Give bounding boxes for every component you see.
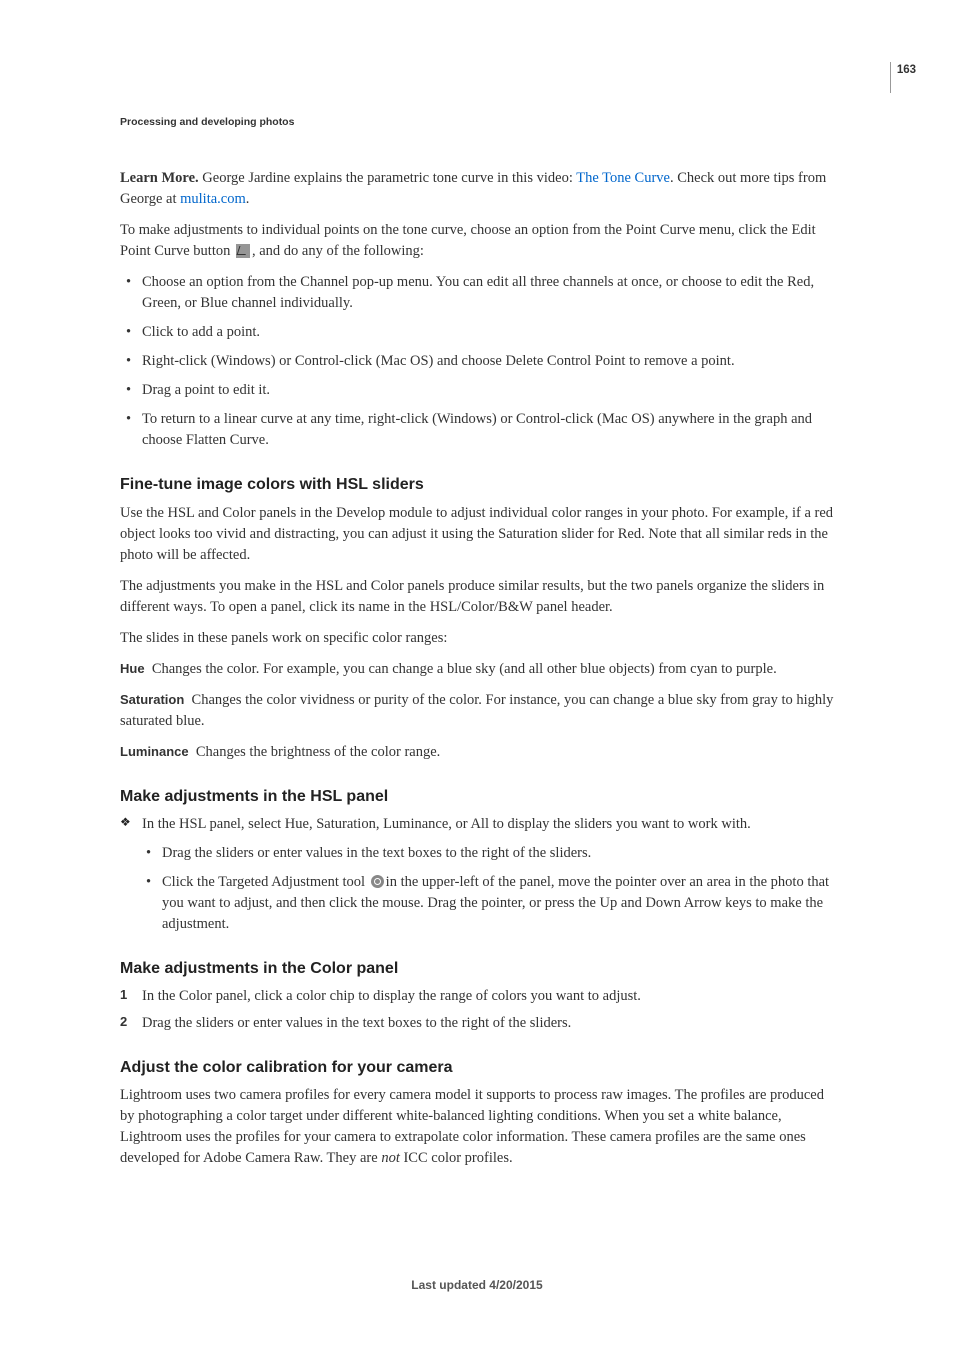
list-item: In the HSL panel, select Hue, Saturation… bbox=[120, 814, 834, 835]
step-number: 2 bbox=[120, 1013, 127, 1032]
list-item: To return to a linear curve at any time,… bbox=[120, 409, 834, 451]
def-saturation: Saturation Changes the color vividness o… bbox=[120, 690, 834, 732]
list-item: Click to add a point. bbox=[120, 322, 834, 343]
def-desc-luminance: Changes the brightness of the color rang… bbox=[196, 744, 440, 760]
list-item: Drag the sliders or enter values in the … bbox=[140, 843, 834, 864]
def-desc-hue: Changes the color. For example, you can … bbox=[152, 661, 777, 677]
def-term-hue: Hue bbox=[120, 661, 145, 676]
learn-more-label: Learn More. bbox=[120, 170, 199, 186]
list-item: Click the Targeted Adjustment tool in th… bbox=[140, 872, 834, 935]
tone-curve-link[interactable]: The Tone Curve bbox=[576, 170, 670, 186]
hsl-panel-sub-bullets: Drag the sliders or enter values in the … bbox=[140, 843, 834, 935]
list-item: Right-click (Windows) or Control-click (… bbox=[120, 351, 834, 372]
color-panel-heading: Make adjustments in the Color panel bbox=[120, 957, 834, 980]
hsl-p1: Use the HSL and Color panels in the Deve… bbox=[120, 503, 834, 566]
color-panel-steps: 1 In the Color panel, click a color chip … bbox=[120, 986, 834, 1034]
edit-point-curve-icon bbox=[236, 244, 250, 258]
learn-more-paragraph: Learn More. George Jardine explains the … bbox=[120, 168, 834, 210]
list-item: 2 Drag the sliders or enter values in the… bbox=[120, 1013, 834, 1034]
hsl-p2: The adjustments you make in the HSL and … bbox=[120, 576, 834, 618]
learn-more-text-3: . bbox=[246, 191, 250, 207]
breadcrumb: Processing and developing photos bbox=[120, 115, 834, 130]
def-desc-saturation: Changes the color vividness or purity of… bbox=[120, 692, 833, 729]
list-item: Drag a point to edit it. bbox=[120, 380, 834, 401]
hsl-p3: The slides in these panels work on speci… bbox=[120, 628, 834, 649]
step-text: In the Color panel, click a color chip t… bbox=[142, 988, 641, 1004]
targeted-adjust-before: Click the Targeted Adjustment tool bbox=[162, 874, 369, 890]
hsl-panel-steps: In the HSL panel, select Hue, Saturation… bbox=[120, 814, 834, 835]
point-curve-intro: To make adjustments to individual points… bbox=[120, 220, 834, 262]
page-number: 163 bbox=[890, 62, 916, 93]
calibration-heading: Adjust the color calibration for your ca… bbox=[120, 1056, 834, 1079]
hsl-panel-heading: Make adjustments in the HSL panel bbox=[120, 785, 834, 808]
point-curve-text-before: To make adjustments to individual points… bbox=[120, 222, 816, 259]
def-term-luminance: Luminance bbox=[120, 744, 189, 759]
calibration-paragraph: Lightroom uses two camera profiles for e… bbox=[120, 1085, 834, 1169]
list-item: 1 In the Color panel, click a color chip … bbox=[120, 986, 834, 1007]
point-curve-bullets: Choose an option from the Channel pop-up… bbox=[120, 272, 834, 451]
list-item: Choose an option from the Channel pop-up… bbox=[120, 272, 834, 314]
page-content: Processing and developing photos Learn M… bbox=[0, 0, 954, 1169]
learn-more-text-1: George Jardine explains the parametric t… bbox=[199, 170, 577, 186]
step-text: Drag the sliders or enter values in the … bbox=[142, 1015, 571, 1031]
calibration-text-after: ICC color profiles. bbox=[400, 1150, 513, 1166]
last-updated-footer: Last updated 4/20/2015 bbox=[0, 1277, 954, 1294]
def-term-saturation: Saturation bbox=[120, 692, 184, 707]
calibration-not: not bbox=[381, 1150, 400, 1166]
mulita-link[interactable]: mulita.com bbox=[180, 191, 246, 207]
hsl-heading: Fine-tune image colors with HSL sliders bbox=[120, 473, 834, 496]
targeted-adjustment-icon bbox=[371, 875, 384, 888]
point-curve-text-after: , and do any of the following: bbox=[252, 243, 424, 259]
def-hue: Hue Changes the color. For example, you … bbox=[120, 659, 834, 680]
def-luminance: Luminance Changes the brightness of the … bbox=[120, 742, 834, 763]
step-number: 1 bbox=[120, 986, 127, 1005]
